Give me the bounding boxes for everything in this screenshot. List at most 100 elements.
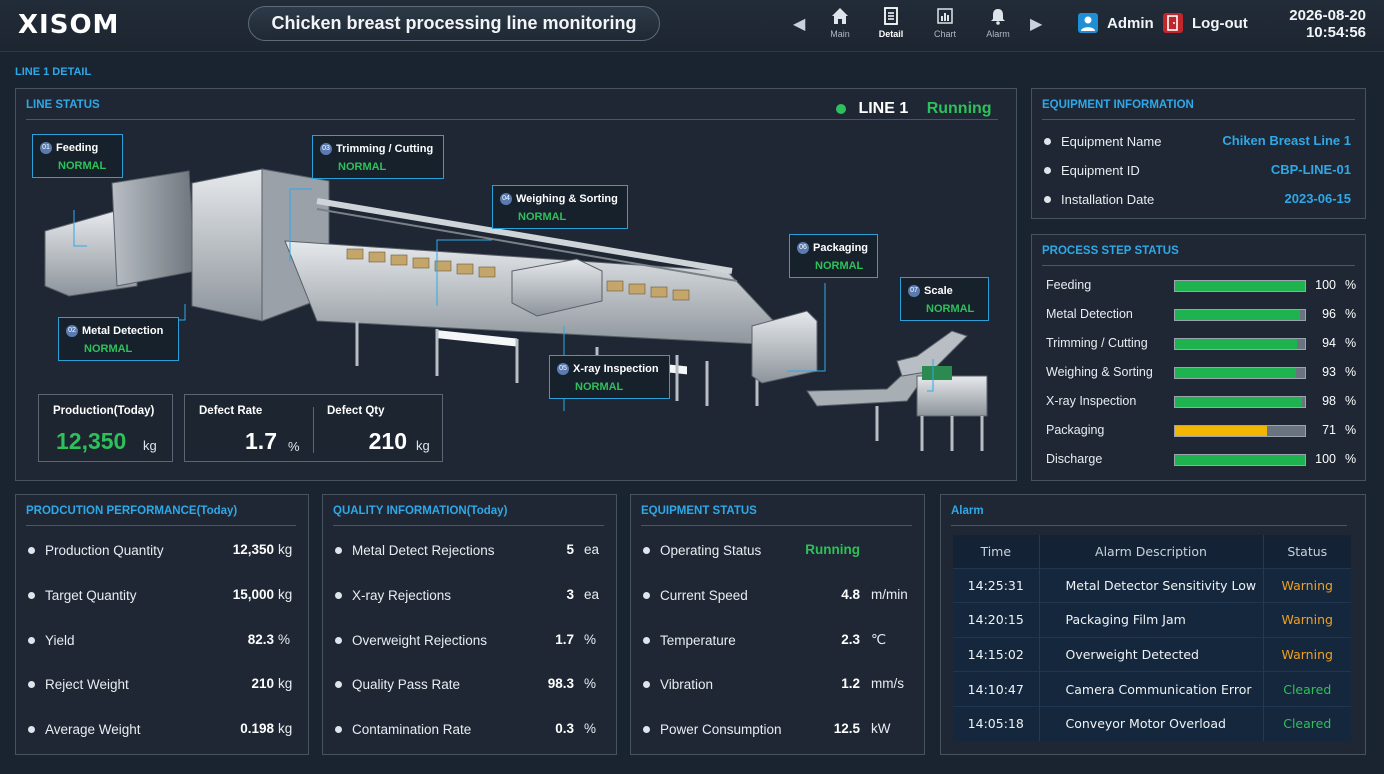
process-step-label: Metal Detection [1046, 307, 1133, 321]
progress-bar-fill [1175, 397, 1303, 407]
production-today-unit: kg [143, 438, 157, 453]
progress-bar [1174, 454, 1306, 466]
user-icon [1078, 13, 1098, 33]
metric-label: X-ray Rejections [352, 587, 452, 603]
defect-qty-value: 210 [368, 428, 407, 454]
divider [26, 525, 296, 526]
bullet [1044, 167, 1051, 175]
alarm-row[interactable]: 14:05:18 Conveyor Motor Overload Cleared [953, 705, 1351, 741]
logo: XISOM [18, 10, 120, 40]
nav-chart-button[interactable]: Chart [923, 6, 967, 39]
info-label: Equipment ID [1061, 163, 1140, 179]
bullet [335, 726, 342, 734]
production-today-label: Production(Today) [53, 405, 155, 417]
percent-unit: % [1345, 452, 1357, 466]
info-row-equipment-name: Equipment Name Chiken Breast Line 1 [1044, 133, 1351, 153]
step-status: NORMAL [58, 160, 107, 172]
nav-alarm-button[interactable]: Alarm [976, 6, 1020, 39]
nav-main-label: Main [830, 29, 850, 39]
logout-button[interactable]: Log-out [1192, 15, 1248, 32]
process-step-percent: 100 [1315, 452, 1336, 466]
process-step-status-title: PROCESS STEP STATUS [1042, 245, 1179, 257]
step-badge-scale[interactable]: 07 Scale NORMAL [900, 277, 989, 321]
bullet [1044, 196, 1051, 204]
metric-row: X-ray Rejections 3 ea [335, 587, 604, 607]
quality-info-title: QUALITY INFORMATION(Today) [333, 505, 508, 517]
alarm-time: 14:05:18 [953, 705, 1040, 741]
logout-icon[interactable] [1163, 13, 1183, 33]
bullet [28, 636, 35, 644]
step-badge-packaging[interactable]: 06 Packaging NORMAL [789, 234, 878, 278]
process-step-label: Weighing & Sorting [1046, 365, 1153, 379]
metric-value: 0.3 [555, 721, 574, 737]
bullet [28, 681, 35, 689]
progress-bar-fill [1175, 310, 1300, 320]
metric-label: Temperature [660, 632, 736, 648]
process-step-label: Discharge [1046, 452, 1103, 466]
metric-unit: % [584, 676, 597, 692]
process-step-percent: 96 [1322, 307, 1336, 321]
alarm-description: Camera Communication Error [1039, 671, 1264, 707]
alarm-row[interactable]: 14:25:31 Metal Detector Sensitivity Low Wa… [953, 567, 1351, 603]
metric-label: Yield [45, 632, 75, 648]
progress-bar [1174, 338, 1306, 350]
metric-label: Target Quantity [45, 587, 137, 603]
alarm-row[interactable]: 14:20:15 Packaging Film Jam Warning [953, 602, 1351, 638]
bullet [643, 546, 650, 554]
step-name: X-ray Inspection [573, 362, 659, 375]
percent-unit: % [1345, 278, 1357, 292]
nav-prev-icon[interactable]: ◀ [793, 14, 805, 34]
metric-label: Average Weight [45, 722, 141, 738]
nav-chart-label: Chart [933, 29, 956, 39]
production-performance-title: PRODCUTION PERFORMANCE(Today) [26, 505, 238, 517]
top-header: XISOM Chicken breast processing line mon… [0, 0, 1384, 52]
metric-label: Production Quantity [45, 542, 164, 558]
percent-unit: % [1345, 365, 1357, 379]
nav-detail-button[interactable]: Detail [869, 6, 913, 39]
metric-row: Quality Pass Rate 98.3% [335, 676, 604, 696]
process-step-row: Weighing & Sorting 93% [1046, 365, 1356, 381]
alarm-row[interactable]: 14:10:47 Camera Communication Error Cleare… [953, 671, 1351, 707]
progress-bar [1174, 280, 1306, 292]
metric-unit: kg [278, 676, 293, 692]
line-name: LINE 1 [858, 100, 909, 117]
step-name: Trimming / Cutting [336, 142, 434, 155]
step-badge-metal-detection[interactable]: 02 Metal Detection NORMAL [58, 317, 179, 361]
defect-qty-unit: kg [416, 438, 430, 453]
metric-label: Current Speed [660, 587, 748, 603]
step-status: NORMAL [575, 381, 624, 393]
info-label: Installation Date [1061, 192, 1155, 208]
status-dot [836, 104, 846, 114]
divider [313, 407, 314, 453]
metric-row: Overweight Rejections 1.7% [335, 632, 604, 652]
production-performance-panel: PRODCUTION PERFORMANCE(Today) Production… [15, 494, 309, 755]
bullet [1044, 138, 1051, 146]
metric-value: 0.198 [240, 721, 274, 737]
document-icon [869, 6, 913, 28]
page-label: LINE 1 DETAIL [15, 66, 92, 78]
step-badge-weighing-sorting[interactable]: 04 Weighing & Sorting NORMAL [492, 185, 628, 229]
metric-row: Metal Detect Rejections 5 ea [335, 542, 604, 562]
process-step-label: Feeding [1046, 278, 1092, 292]
alarm-time: 14:25:31 [953, 567, 1040, 603]
metric-row: Contamination Rate 0.3% [335, 721, 604, 741]
alarm-time: 14:20:15 [953, 602, 1040, 638]
alarm-description: Metal Detector Sensitivity Low [1039, 567, 1264, 603]
progress-bar-fill [1175, 339, 1298, 349]
progress-bar [1174, 396, 1306, 408]
step-badge-xray-inspection[interactable]: 05 X-ray Inspection NORMAL [549, 355, 670, 399]
nav-main-button[interactable]: Main [818, 6, 862, 39]
alarm-title: Alarm [951, 505, 984, 517]
nav-next-icon[interactable]: ▶ [1030, 14, 1042, 34]
alarm-row[interactable]: 14:15:02 Overweight Detected Warning [953, 636, 1351, 672]
user-name[interactable]: Admin [1107, 15, 1154, 32]
step-badge-trimming-cutting[interactable]: 03 Trimming / Cutting NORMAL [312, 135, 444, 179]
step-badge-feeding[interactable]: 01 Feeding NORMAL [32, 134, 123, 178]
bullet [28, 726, 35, 734]
divider [1042, 265, 1355, 266]
process-step-percent: 98 [1322, 394, 1336, 408]
metric-label: Metal Detect Rejections [352, 542, 495, 558]
metric-row: Temperature 2.3 ℃ [643, 632, 912, 652]
metric-value: Running [805, 542, 860, 557]
alarm-table-header: Time Alarm Description Status [953, 535, 1351, 568]
